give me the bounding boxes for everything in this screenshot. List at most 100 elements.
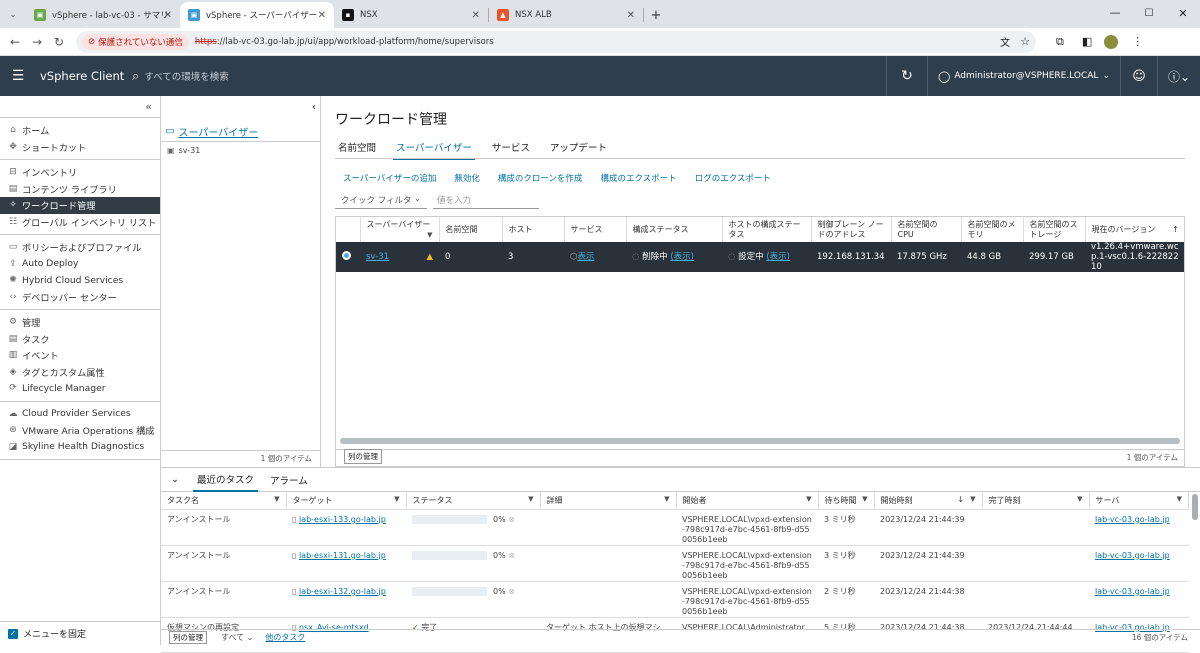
tab-supervisors[interactable]: スーパーバイザー <box>393 140 475 160</box>
col-header[interactable]: スーパーバイザー ▼ <box>360 217 440 242</box>
supervisor-row[interactable]: sv-31 ▲ 0 3 ⬡表示 ◌ 削除中 (表示) ◌ 設定中 (表示) 192… <box>336 242 1184 272</box>
cancel-task-icon[interactable]: ⊗ <box>508 515 515 524</box>
browser-tab-nsx-alb[interactable]: ▲ NSX ALB ✕ <box>489 2 643 28</box>
sidebar-item[interactable]: ⇪ Auto Deploy <box>0 256 160 273</box>
insecure-badge[interactable]: ⊘ 保護されていない通信 <box>82 33 189 50</box>
close-tab-icon[interactable]: ✕ <box>318 10 326 21</box>
col-header[interactable]: 名前空間の CPU <box>891 217 962 242</box>
export-logs-button[interactable]: ログのエクスポート <box>695 172 771 184</box>
filter-icon[interactable]: ▼ <box>1077 495 1082 503</box>
col-header[interactable]: タスク名 ▼ <box>161 492 287 510</box>
col-header[interactable]: ホスト <box>502 217 565 242</box>
services-view-link[interactable]: 表示 <box>577 252 594 262</box>
sidebar-item[interactable]: ⊛ VMware Aria Operations 構成 <box>0 422 160 439</box>
browser-tab-supervisor[interactable]: ▣ vSphere - スーパーバイザー ✕ <box>180 2 334 28</box>
more-tasks-link[interactable]: 他のタスク <box>265 632 305 643</box>
col-header[interactable]: ターゲット ▼ <box>286 492 407 510</box>
sidebar-item[interactable]: ⊟ インベントリ <box>0 164 160 181</box>
feedback-smiley-icon[interactable]: ☺ <box>1121 69 1157 84</box>
search-box[interactable]: ⌕ すべての環境を検索 <box>132 69 229 84</box>
browser-tab-nsx[interactable]: ▪ NSX ✕ <box>334 2 488 28</box>
cancel-task-icon[interactable]: ⊗ <box>508 587 515 596</box>
col-header[interactable]: ステータス ▼ <box>406 492 541 510</box>
filter-icon[interactable]: ▼ <box>1177 495 1182 503</box>
sidebar-item[interactable]: ‹› デベロッパー センター <box>0 289 160 306</box>
task-row[interactable]: アンインストール ▯ lab-esxi-132.go-lab.jp 0% ⊗ VSPH… <box>161 581 1189 618</box>
tasks-filter-select[interactable]: すべて ⌄ <box>221 632 253 643</box>
sidepanel-icon[interactable]: ◧ <box>1082 35 1092 48</box>
tab-services[interactable]: サービス <box>489 140 533 160</box>
pin-menu[interactable]: ✓ メニューを固定 <box>0 621 160 645</box>
tab-namespaces[interactable]: 名前空間 <box>335 140 379 160</box>
help-icon[interactable]: ⓘ⌄ <box>1158 68 1200 85</box>
collapse-sidebar-icon[interactable]: « <box>0 96 160 118</box>
profile-avatar[interactable] <box>1104 34 1119 49</box>
config-status-view-link[interactable]: (表示) <box>670 252 694 262</box>
sidebar-item[interactable]: ✺ Hybrid Cloud Services <box>0 272 160 289</box>
export-config-button[interactable]: 構成のエクスポート <box>600 172 676 184</box>
tab-updates[interactable]: アップデート <box>547 140 610 160</box>
deactivate-button[interactable]: 無効化 <box>454 172 480 184</box>
task-target-link[interactable]: lab-esxi-132.go-lab.jp <box>299 587 386 596</box>
close-tab-icon[interactable]: ✕ <box>627 10 635 21</box>
clone-config-button[interactable]: 構成のクローンを作成 <box>498 172 583 184</box>
task-target-link[interactable]: lab-esxi-131.go-lab.jp <box>299 551 386 560</box>
url-field[interactable]: ⊘ 保護されていない通信 https://lab-vc-03.go-lab.jp/… <box>76 30 1036 53</box>
sidebar-item[interactable]: ☷ グローバル インベントリ リスト <box>0 214 160 231</box>
task-server-link[interactable]: lab-vc-03.go-lab.jp <box>1095 515 1170 524</box>
translate-icon[interactable]: 文 <box>1000 34 1010 49</box>
minimize-icon[interactable]: — <box>1098 2 1132 28</box>
task-row[interactable]: アンインストール ▯ lab-esxi-133.go-lab.jp 0% ⊗ VSPH… <box>161 509 1189 546</box>
filter-icon[interactable]: ▼ <box>970 495 975 503</box>
sidebar-item[interactable]: ☁ Cloud Provider Services <box>0 406 160 423</box>
sidebar-item[interactable]: ✧ ワークロード管理 <box>0 197 160 214</box>
filter-icon[interactable]: ▼ <box>394 495 399 503</box>
col-header[interactable]: ホストの構成ステータス <box>722 217 812 242</box>
col-header[interactable]: 制御プレーン ノードのアドレス <box>811 217 892 242</box>
quick-filter-select[interactable]: クイック フィルタ ⌄ <box>335 194 427 209</box>
tab-search-icon[interactable]: ⌄ <box>0 2 26 28</box>
col-header[interactable]: 現在のバージョン ↑ <box>1085 217 1184 242</box>
chrome-menu-icon[interactable]: ⋮ <box>1132 35 1143 48</box>
sidebar-item[interactable]: ⟳ Lifecycle Manager <box>0 380 160 397</box>
filter-icon[interactable]: ▼ <box>427 230 432 240</box>
tab-alarms[interactable]: アラーム <box>266 469 312 491</box>
row-radio[interactable] <box>336 242 360 272</box>
user-menu[interactable]: ◯ Administrator@VSPHERE.LOCAL ⌄ <box>928 70 1120 83</box>
cancel-task-icon[interactable]: ⊗ <box>508 551 515 560</box>
col-header[interactable]: 名前空間のメモリ <box>961 217 1024 242</box>
tree-item-sv-31[interactable]: ▣ sv-31 <box>167 146 200 155</box>
browser-tab-summary[interactable]: ▣ vSphere - lab-vc-03 - サマリ ✕ <box>26 2 180 28</box>
radio-selected-icon[interactable] <box>342 251 351 260</box>
col-header[interactable]: 詳細 ▼ <box>540 492 677 510</box>
forward-icon[interactable]: → <box>26 35 48 49</box>
collapse-tasks-icon[interactable]: ⌄ <box>161 474 189 485</box>
supervisor-link[interactable]: sv-31 <box>366 252 389 262</box>
sidebar-item[interactable]: ▤ コンテンツ ライブラリ <box>0 181 160 198</box>
sidebar-item[interactable]: ✥ ショートカット <box>0 139 160 156</box>
extensions-icon[interactable]: ⧉ <box>1056 35 1064 49</box>
refresh-icon[interactable]: ↻ <box>887 68 927 84</box>
host-config-view-link[interactable]: (表示) <box>766 252 790 262</box>
add-supervisor-button[interactable]: スーパーバイザーの追加 <box>343 172 436 184</box>
filter-value-input[interactable]: 値を入力 <box>433 194 539 209</box>
sidebar-item[interactable]: ◪ Skyline Health Diagnostics <box>0 439 160 456</box>
close-window-icon[interactable]: ✕ <box>1166 2 1200 28</box>
hamburger-menu-icon[interactable]: ☰ <box>0 68 36 84</box>
col-header[interactable]: 名前空間 <box>439 217 503 242</box>
sidebar-item[interactable]: ▤ タスク <box>0 331 160 348</box>
close-tab-icon[interactable]: ✕ <box>164 10 172 21</box>
filter-icon[interactable]: ▼ <box>862 495 867 503</box>
task-server-link[interactable]: lab-vc-03.go-lab.jp <box>1095 551 1170 560</box>
new-tab-icon[interactable]: + <box>644 2 668 28</box>
checkbox-checked-icon[interactable]: ✓ <box>8 628 18 639</box>
tab-recent-tasks[interactable]: 最近のタスク <box>193 468 259 492</box>
close-tab-icon[interactable]: ✕ <box>472 10 480 21</box>
sidebar-item[interactable]: ▭ ポリシーおよびプロファイル <box>0 239 160 256</box>
tasks-scrollbar[interactable] <box>1192 494 1198 520</box>
sidebar-item[interactable]: ◈ タグとカスタム属性 <box>0 364 160 381</box>
maximize-icon[interactable]: ☐ <box>1132 2 1166 28</box>
tree-title[interactable]: ▭ スーパーバイザー <box>165 124 258 139</box>
filter-icon[interactable]: ▼ <box>528 495 533 503</box>
bookmark-star-icon[interactable]: ☆ <box>1020 35 1030 48</box>
